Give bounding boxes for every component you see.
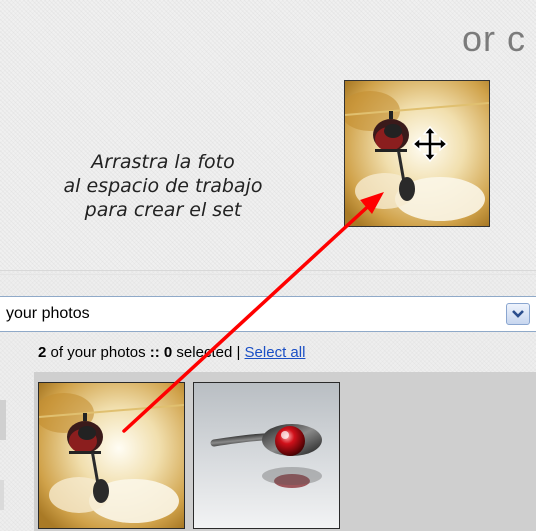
photo-thumbnail-helicopter[interactable] xyxy=(38,382,185,529)
photo-source-select[interactable]: your photos xyxy=(0,296,536,332)
photo-count-status: 2 of your photos :: 0 selected | Select … xyxy=(38,344,305,361)
instruction-line-3: para crear el set xyxy=(84,199,242,221)
section-divider-shadow xyxy=(0,274,536,275)
drag-instructions: Arrastra la foto al espacio de trabajo p… xyxy=(38,150,288,222)
or-heading: or c xyxy=(462,18,527,59)
instruction-line-1: Arrastra la foto xyxy=(91,151,235,173)
status-separator: :: xyxy=(149,344,160,361)
photo-count-label: of your photos xyxy=(46,344,150,361)
selected-label: selected | xyxy=(172,344,245,361)
instruction-line-2: al espacio de trabajo xyxy=(63,175,263,197)
spoon-photo xyxy=(194,383,339,528)
photo-thumbnail-spoon[interactable] xyxy=(193,382,340,529)
selected-count: 0 xyxy=(159,344,173,361)
scroll-edge-lower xyxy=(0,480,4,510)
dropdown-arrow-button[interactable] xyxy=(506,303,530,325)
photo-source-value: your photos xyxy=(6,305,90,322)
chevron-down-icon xyxy=(512,310,524,318)
select-all-link[interactable]: Select all xyxy=(245,344,306,361)
scroll-edge xyxy=(0,400,6,440)
organizer-stage: or c Arrastra la foto al espacio de trab… xyxy=(0,0,536,531)
move-cursor-icon xyxy=(411,125,449,163)
section-divider xyxy=(0,270,536,271)
helicopter-photo xyxy=(39,383,184,528)
